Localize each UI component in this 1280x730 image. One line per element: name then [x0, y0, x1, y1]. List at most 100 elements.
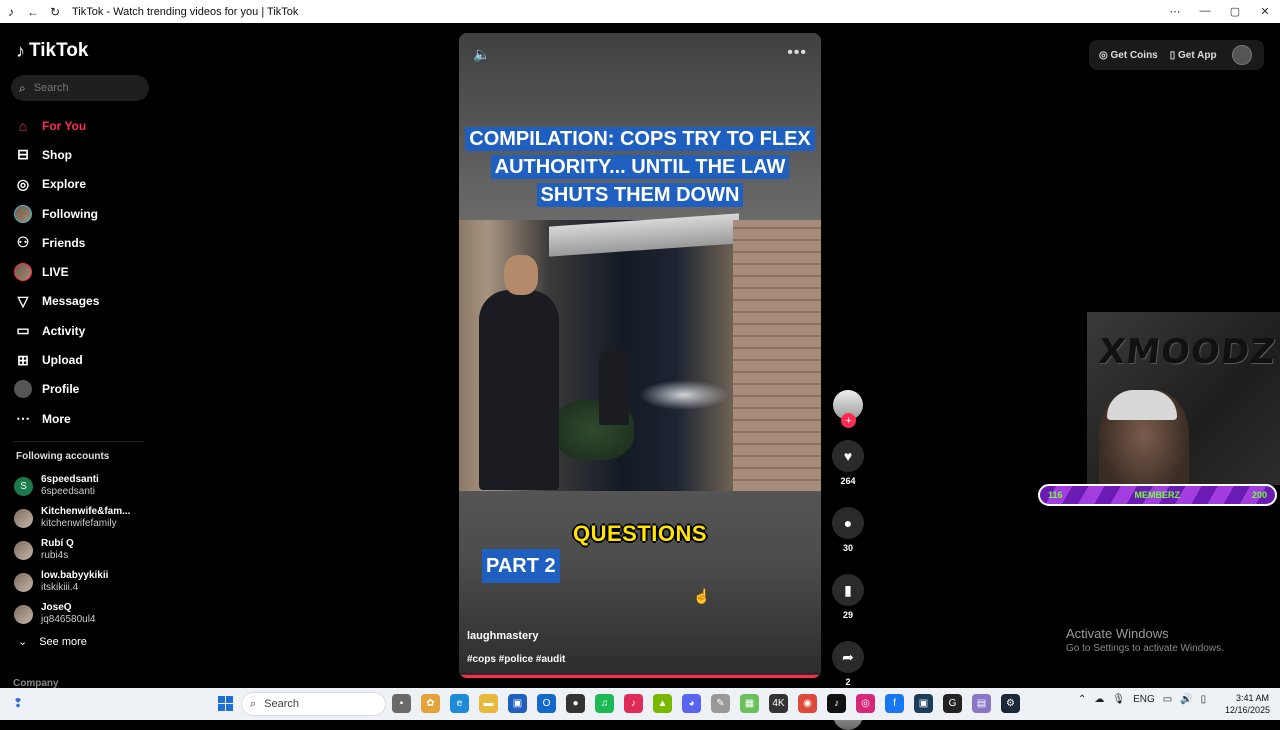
menu-dots-icon[interactable]: ⋯: [1160, 5, 1190, 18]
save-button[interactable]: ▮: [832, 574, 864, 606]
streamer-logo: XMOODZ: [1096, 332, 1278, 372]
follow-plus-icon[interactable]: +: [841, 413, 856, 428]
send-icon: ▽: [17, 292, 29, 309]
account-item[interactable]: S 6speedsanti 6speedsanti: [14, 470, 159, 502]
more-options-icon[interactable]: •••: [787, 44, 807, 62]
tiktok-icon[interactable]: ♪: [827, 694, 846, 713]
account-item[interactable]: Kitchenwife&fam... kitchenwifefamily: [14, 502, 159, 534]
get-app-button[interactable]: ▯ Get App: [1170, 50, 1217, 61]
account-item[interactable]: Rubí Q rubi4s: [14, 534, 159, 566]
start-button[interactable]: [218, 696, 233, 711]
nav-activity[interactable]: ▭ Activity: [14, 316, 154, 345]
avatar: [14, 604, 33, 624]
comment-count: 30: [842, 543, 853, 553]
battery-icon[interactable]: ▯: [1201, 694, 1207, 705]
see-more-button[interactable]: ⌄ See more: [18, 635, 87, 649]
language-indicator[interactable]: ENG: [1133, 694, 1155, 705]
instagram-icon[interactable]: ◎: [856, 694, 875, 713]
user-avatar[interactable]: [1232, 45, 1252, 65]
store-icon[interactable]: ▣: [508, 694, 527, 713]
nav-label: Messages: [42, 294, 100, 309]
spotify-icon[interactable]: ♫: [595, 694, 614, 713]
copilot-icon[interactable]: ✿: [421, 694, 440, 713]
widgets-icon[interactable]: ❢: [13, 696, 23, 710]
nav-friends[interactable]: ⚇ Friends: [14, 228, 154, 257]
mic-icon[interactable]: 🎙: [1112, 694, 1125, 705]
friends-icon: ⚇: [16, 234, 30, 251]
nvidia-icon[interactable]: ▲: [653, 694, 672, 713]
video-player[interactable]: 🔈 ••• COMPILATION: COPS TRY TO FLEX AUTH…: [459, 33, 821, 678]
like-button[interactable]: ♥: [832, 440, 864, 472]
get-coins-label: Get Coins: [1110, 49, 1158, 61]
minimize-button[interactable]: —: [1190, 5, 1220, 18]
search-box[interactable]: ⌕: [11, 75, 149, 101]
nav-explore[interactable]: ◎ Explore: [14, 170, 154, 199]
account-names: Kitchenwife&fam... kitchenwifefamily: [41, 506, 130, 530]
avatar: [14, 540, 33, 560]
memberz-goal-bar: 116 MEMBERZ 200: [1038, 484, 1277, 506]
share-icon: ➦: [842, 648, 854, 665]
video-progress-bar[interactable]: [459, 675, 821, 678]
folder-icon[interactable]: ▬: [479, 694, 498, 713]
nav-profile[interactable]: Profile: [14, 375, 154, 404]
edge-icon[interactable]: e: [450, 694, 469, 713]
heart-icon: ♥: [843, 448, 853, 464]
chevron-up-icon[interactable]: ⌃: [1078, 694, 1086, 705]
volume-icon[interactable]: 🔊: [1180, 694, 1192, 705]
network-icon[interactable]: ▭: [1163, 694, 1172, 705]
reload-icon[interactable]: ↻: [44, 5, 66, 19]
video-hashtags[interactable]: #cops #police #audit: [467, 654, 565, 665]
system-tray: ⌃ ☁ 🎙 ENG ▭ 🔊 ▯: [1078, 694, 1206, 705]
sidebar: ♪ TikTok ⌕ ⌂ For You ⊟ Shop ◎ Explore Fo…: [0, 23, 160, 689]
g-app-icon[interactable]: G: [943, 694, 962, 713]
nav-for-you[interactable]: ⌂ For You: [14, 111, 154, 140]
4k-icon[interactable]: 4K: [769, 694, 788, 713]
notes-icon[interactable]: ▤: [972, 694, 991, 713]
nav-messages[interactable]: ▽ Messages: [14, 287, 154, 316]
taskbar-clock[interactable]: 3:41 AM 12/16/2025: [1225, 692, 1270, 716]
app-icon[interactable]: ♪: [624, 694, 643, 713]
nav-upload[interactable]: ⊞ Upload: [14, 345, 154, 374]
outlook-icon[interactable]: O: [537, 694, 556, 713]
facebook-icon[interactable]: f: [885, 694, 904, 713]
tiktok-note-icon: ♪: [16, 40, 25, 61]
clock-time: 3:41 AM: [1235, 693, 1269, 703]
officer-head: [504, 255, 538, 295]
nav-shop[interactable]: ⊟ Shop: [14, 140, 154, 169]
discord-icon[interactable]: ◕: [682, 694, 701, 713]
comment-button[interactable]: ●: [832, 507, 864, 539]
activate-title: Activate Windows: [1066, 626, 1169, 641]
video-author[interactable]: laughmastery: [467, 630, 539, 642]
plus-box-icon: ⊞: [17, 351, 29, 368]
message-box-icon: ▭: [16, 322, 30, 339]
get-coins-button[interactable]: ◎ Get Coins: [1099, 50, 1158, 61]
account-names: Rubí Q rubi4s: [41, 538, 74, 562]
volume-icon[interactable]: 🔈: [473, 46, 490, 63]
account-item[interactable]: low.babyykikii itskikiii.4: [14, 566, 159, 598]
creator-avatar[interactable]: +: [833, 390, 863, 428]
window-controls: ⋯ — ▢ ✕: [1160, 5, 1280, 18]
chrome-icon[interactable]: ◉: [798, 694, 817, 713]
cloud-icon[interactable]: ☁: [1094, 694, 1104, 705]
main-nav: ⌂ For You ⊟ Shop ◎ Explore Following ⚇ F…: [14, 111, 154, 433]
file-icon[interactable]: ▪: [392, 694, 411, 713]
nav-following[interactable]: Following: [14, 199, 154, 228]
share-button[interactable]: ➦: [832, 641, 864, 673]
tiktok-logo[interactable]: ♪ TikTok: [16, 40, 88, 62]
account-names: JoseQ jq846580ul4: [41, 602, 96, 626]
steam-icon[interactable]: ⚙: [1001, 694, 1020, 713]
account-name: Kitchenwife&fam...: [41, 506, 131, 517]
close-button[interactable]: ✕: [1250, 5, 1280, 18]
comment-icon: ●: [843, 515, 853, 531]
nav-live[interactable]: LIVE: [14, 257, 154, 286]
app2-icon[interactable]: ▣: [914, 694, 933, 713]
back-icon[interactable]: ←: [22, 5, 44, 19]
obs-icon[interactable]: ●: [566, 694, 585, 713]
tool-icon[interactable]: ✎: [711, 694, 730, 713]
taskbar-search[interactable]: ⌕ Search: [241, 692, 386, 716]
search-input[interactable]: [33, 82, 134, 94]
maximize-button[interactable]: ▢: [1220, 5, 1250, 18]
nav-more[interactable]: ⋯ More: [14, 404, 154, 433]
account-item[interactable]: JoseQ jq846580ul4: [14, 598, 159, 630]
minecraft-icon[interactable]: ▦: [740, 694, 759, 713]
